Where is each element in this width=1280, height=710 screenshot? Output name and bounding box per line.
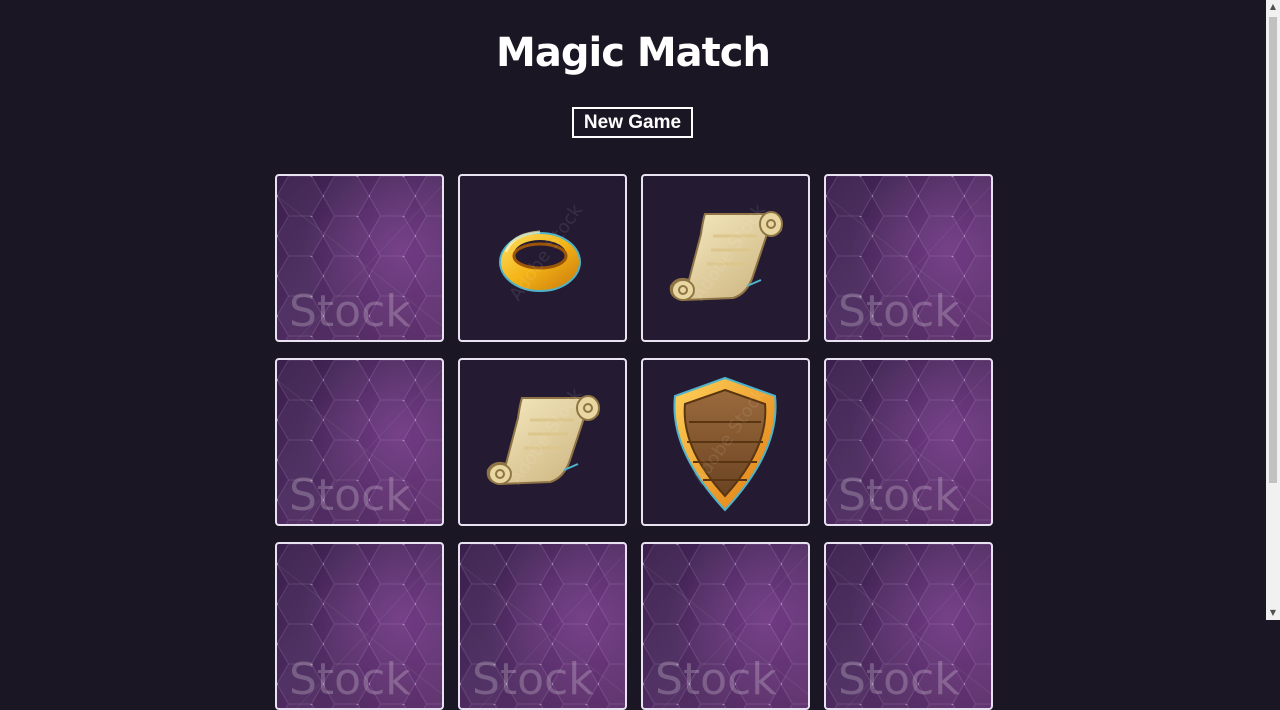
vertical-scrollbar[interactable]: ▲ ▼ — [1266, 0, 1280, 620]
card-ring[interactable]: Adobe Stock — [458, 174, 627, 342]
card-back-pattern: Stock — [277, 544, 442, 708]
card-back-pattern: Stock — [643, 544, 808, 708]
card-watermark: Stock — [655, 654, 777, 705]
card-back-pattern: Stock — [277, 360, 442, 524]
card-back-pattern: Stock — [826, 176, 991, 340]
card-watermark: Stock — [838, 654, 960, 705]
card-watermark: Stock — [838, 470, 960, 521]
card-watermark: Stock — [289, 470, 411, 521]
card-face-down[interactable]: Stock — [458, 542, 627, 710]
card-face-down[interactable]: Stock — [824, 358, 993, 526]
card-back-pattern: Stock — [826, 360, 991, 524]
card-face-down[interactable]: Stock — [641, 542, 810, 710]
scroll-down-icon[interactable]: ▼ — [1266, 606, 1280, 620]
ring-icon — [499, 230, 581, 292]
game-title: Magic Match — [496, 30, 771, 76]
card-shield[interactable]: Adobe Stock — [641, 358, 810, 526]
card-face-down[interactable]: Stock — [275, 358, 444, 526]
card-face-down[interactable]: Stock — [824, 174, 993, 342]
card-back-pattern: Stock — [460, 544, 625, 708]
card-face-down[interactable]: Stock — [275, 542, 444, 710]
card-watermark: Stock — [472, 654, 594, 705]
card-watermark: Stock — [289, 654, 411, 705]
shield-icon — [673, 376, 777, 512]
new-game-label: New Game — [574, 109, 691, 136]
card-back-pattern: Stock — [277, 176, 442, 340]
card-face-down[interactable]: Stock — [824, 542, 993, 710]
card-back-pattern: Stock — [826, 544, 991, 708]
card-scroll[interactable]: Adobe Stock — [458, 358, 627, 526]
game-page: Magic Match New Game Stock Adobe StockAdo… — [0, 0, 1266, 710]
card-face-down[interactable]: Stock — [275, 174, 444, 342]
scroll-icon — [669, 211, 783, 302]
card-scroll[interactable]: Adobe Stock — [641, 174, 810, 342]
scroll-thumb[interactable] — [1269, 17, 1277, 483]
new-game-button[interactable]: New Game — [570, 105, 695, 140]
scroll-icon — [486, 395, 600, 486]
card-watermark: Stock — [289, 286, 411, 337]
card-watermark: Stock — [838, 286, 960, 337]
scroll-up-icon[interactable]: ▲ — [1266, 0, 1280, 14]
